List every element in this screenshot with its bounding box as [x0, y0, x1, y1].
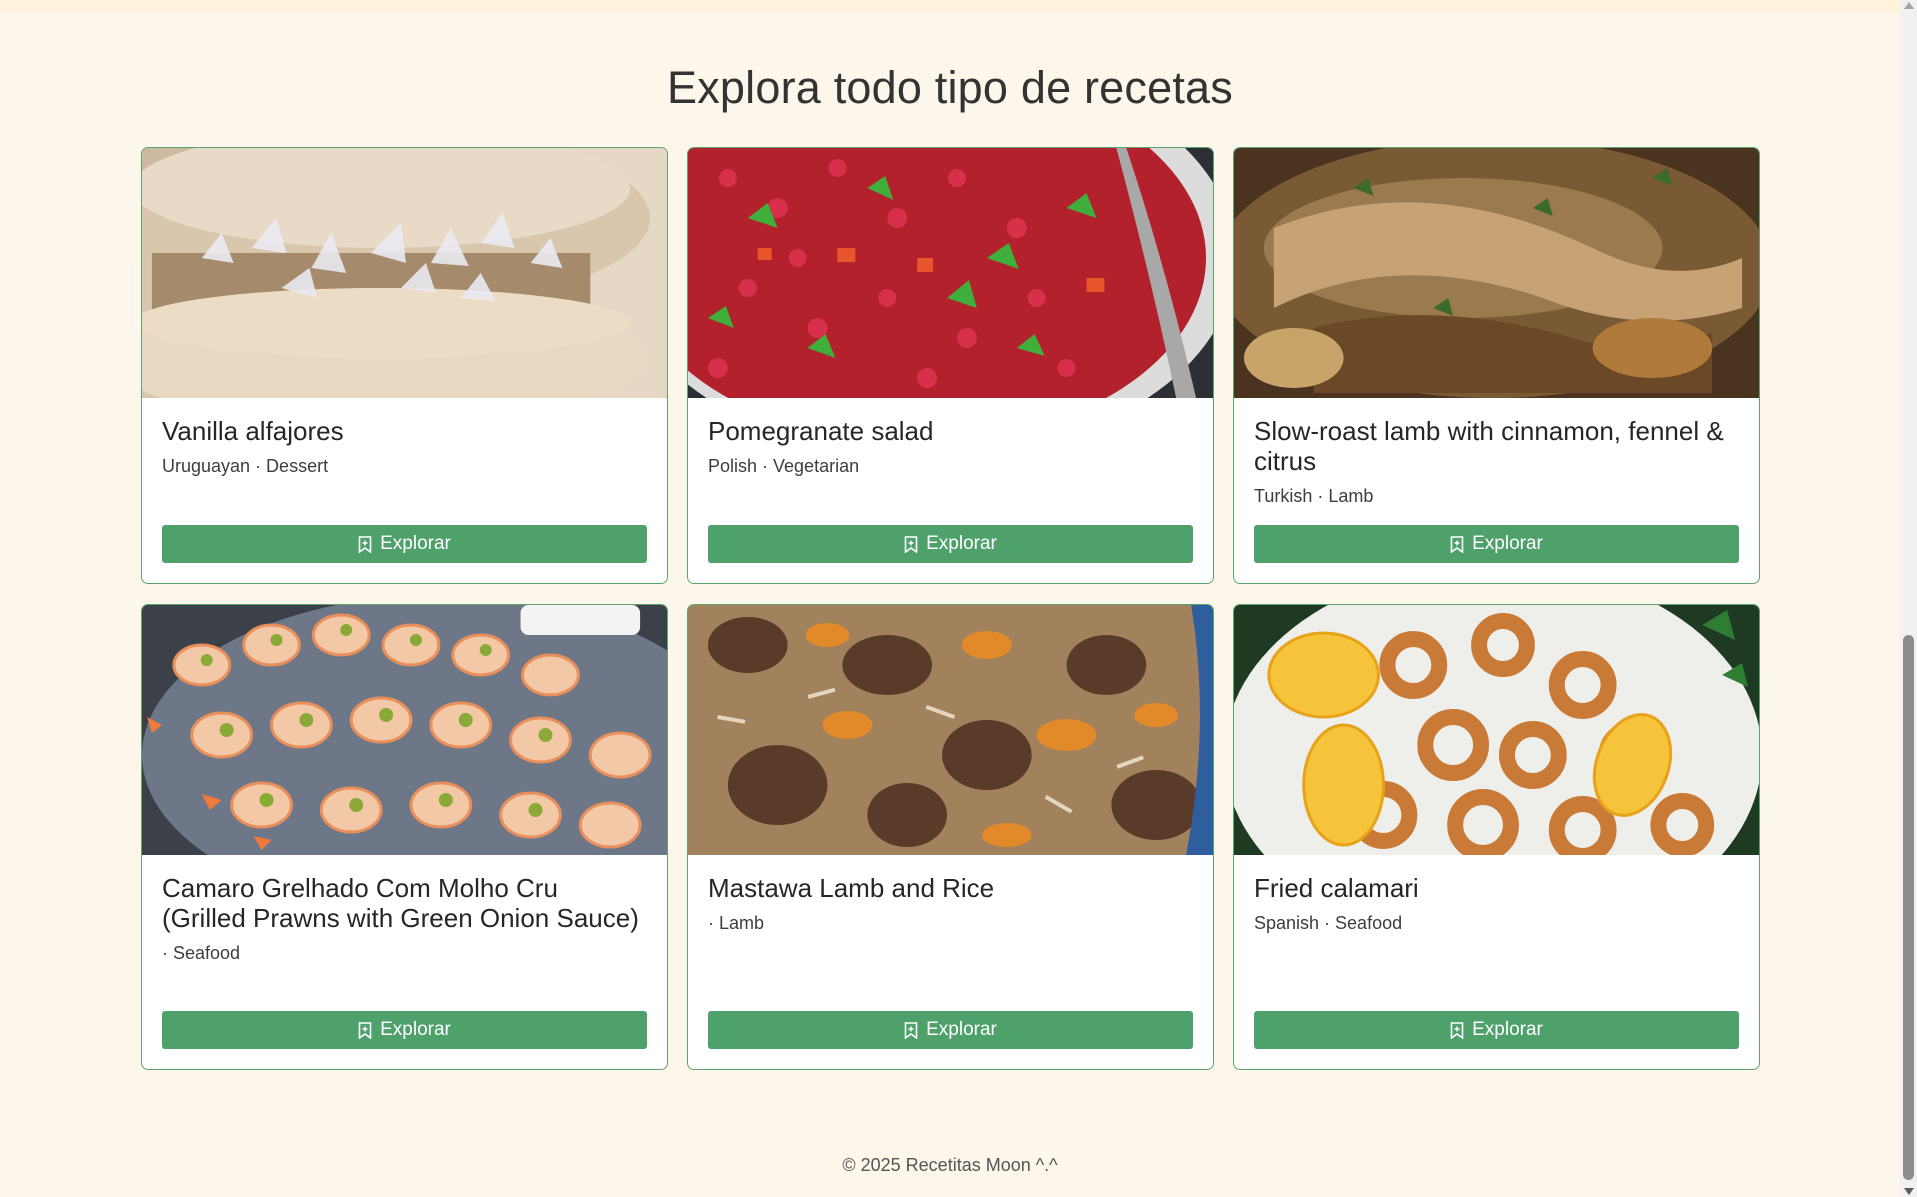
fried-calamari-image — [1234, 605, 1759, 855]
card-body: Vanilla alfajores Uruguayan · Dessert Ex… — [142, 398, 667, 583]
explore-button[interactable]: Explorar — [708, 1011, 1193, 1049]
explore-button-label: Explorar — [1472, 533, 1543, 554]
scroll-down-arrow-icon[interactable] — [1904, 1188, 1914, 1195]
recipe-title: Vanilla alfajores — [162, 416, 344, 446]
bookmark-icon — [1450, 1021, 1464, 1039]
footer-copyright: © 2025 Recetitas Moon ^.^ — [842, 1155, 1058, 1175]
explore-button[interactable]: Explorar — [162, 525, 647, 563]
recipe-image — [688, 605, 1213, 855]
card-body: Mastawa Lamb and Rice · Lamb Explorar — [688, 855, 1213, 1069]
explore-button-label: Explorar — [380, 1019, 451, 1040]
grilled-prawns-image — [142, 605, 667, 855]
card-body: Slow-roast lamb with cinnamon, fennel & … — [1234, 398, 1759, 583]
vertical-scrollbar[interactable] — [1900, 0, 1917, 1197]
bookmark-icon — [358, 535, 372, 553]
recipe-card: Camaro Grelhado Com Molho Cru (Grilled P… — [141, 604, 668, 1070]
recipe-title: Fried calamari — [1254, 873, 1419, 903]
recipe-meta: Turkish · Lamb — [1254, 486, 1374, 506]
bookmark-icon — [904, 535, 918, 553]
explore-button-label: Explorar — [1472, 1019, 1543, 1040]
recipe-title: Camaro Grelhado Com Molho Cru (Grilled P… — [162, 873, 639, 933]
scrollbar-thumb[interactable] — [1903, 635, 1914, 1180]
explore-button-label: Explorar — [380, 533, 451, 554]
recipe-meta: · Seafood — [162, 943, 241, 963]
slow-roast-lamb-image — [1234, 148, 1759, 398]
recipe-meta: Uruguayan · Dessert — [162, 456, 329, 476]
recipe-grid: Vanilla alfajores Uruguayan · Dessert Ex… — [141, 147, 1761, 1070]
recipe-card: Pomegranate salad Polish · Vegetarian Ex… — [687, 147, 1214, 584]
scroll-up-arrow-icon[interactable] — [1904, 2, 1914, 9]
recipe-meta: Spanish · Seafood — [1254, 913, 1403, 933]
recipe-title: Slow-roast lamb with cinnamon, fennel & … — [1254, 416, 1724, 476]
explore-button-label: Explorar — [926, 533, 997, 554]
recipe-meta: · Lamb — [708, 913, 765, 933]
section-title: Explora todo tipo de recetas — [667, 62, 1233, 113]
recipe-card: Fried calamari Spanish · Seafood Explora… — [1233, 604, 1760, 1070]
bookmark-icon — [1450, 535, 1464, 553]
recipe-image — [142, 605, 667, 855]
page: Explora todo tipo de recetas Vanilla alf… — [0, 0, 1900, 1197]
card-body: Pomegranate salad Polish · Vegetarian Ex… — [688, 398, 1213, 583]
card-body: Fried calamari Spanish · Seafood Explora… — [1234, 855, 1759, 1069]
recipe-card: Mastawa Lamb and Rice · Lamb Explorar — [687, 604, 1214, 1070]
recipe-image — [142, 148, 667, 398]
recipe-card: Slow-roast lamb with cinnamon, fennel & … — [1233, 147, 1760, 584]
mastawa-lamb-rice-image — [688, 605, 1213, 855]
explore-button[interactable]: Explorar — [162, 1011, 647, 1049]
explore-button[interactable]: Explorar — [1254, 525, 1739, 563]
explore-button[interactable]: Explorar — [708, 525, 1193, 563]
recipe-image — [1234, 605, 1759, 855]
recipe-image — [1234, 148, 1759, 398]
recipe-title: Mastawa Lamb and Rice — [708, 873, 995, 903]
explore-button-label: Explorar — [926, 1019, 997, 1040]
alfajores-image — [142, 148, 667, 398]
recipe-image — [688, 148, 1213, 398]
recipe-title: Pomegranate salad — [708, 416, 934, 446]
recipe-meta: Polish · Vegetarian — [708, 456, 860, 476]
pomegranate-salad-image — [688, 148, 1213, 398]
recipe-card: Vanilla alfajores Uruguayan · Dessert Ex… — [141, 147, 668, 584]
explore-button[interactable]: Explorar — [1254, 1011, 1739, 1049]
bookmark-icon — [904, 1021, 918, 1039]
bookmark-icon — [358, 1021, 372, 1039]
card-body: Camaro Grelhado Com Molho Cru (Grilled P… — [142, 855, 667, 1069]
